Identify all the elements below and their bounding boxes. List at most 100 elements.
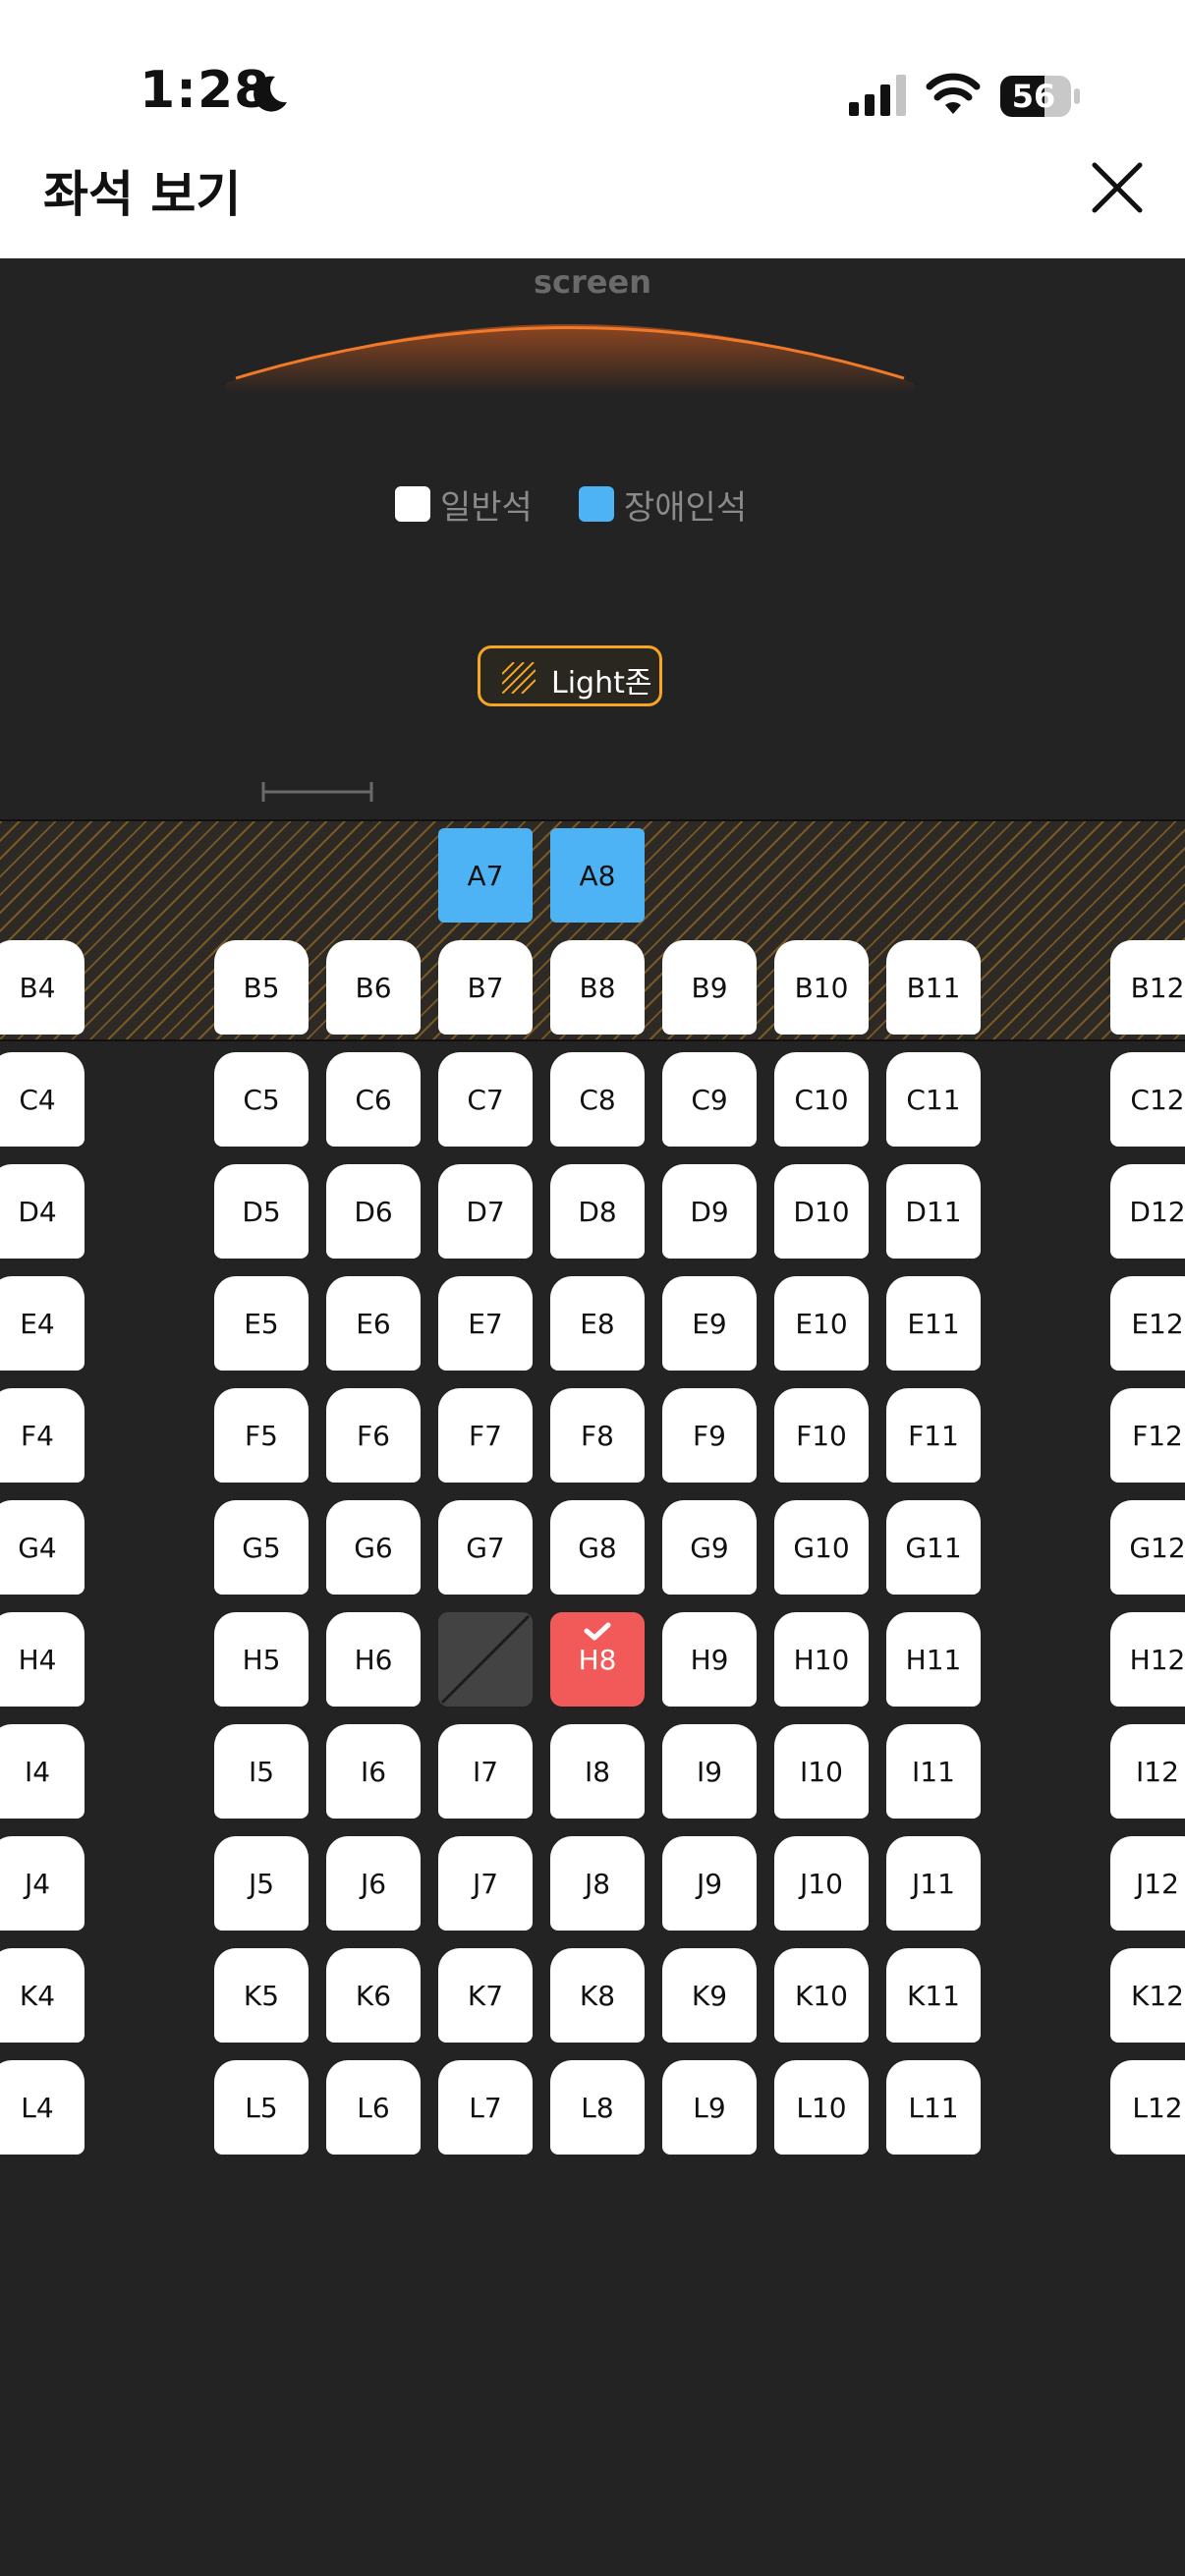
seat-d12[interactable]: D12 <box>1110 1164 1185 1259</box>
seat-j11[interactable]: J11 <box>886 1836 981 1931</box>
seat-b4[interactable]: B4 <box>0 940 85 1035</box>
close-icon[interactable] <box>1091 161 1144 214</box>
seat-a7[interactable]: A7 <box>438 828 533 923</box>
seat-b7[interactable]: B7 <box>438 940 533 1035</box>
seat-l5[interactable]: L5 <box>214 2060 309 2155</box>
seat-g9[interactable]: G9 <box>662 1500 757 1595</box>
seat-f5[interactable]: F5 <box>214 1388 309 1483</box>
seat-c6[interactable]: C6 <box>326 1052 421 1147</box>
seat-c12[interactable]: C12 <box>1110 1052 1185 1147</box>
seat-g6[interactable]: G6 <box>326 1500 421 1595</box>
seat-e9[interactable]: E9 <box>662 1276 757 1371</box>
seat-e8[interactable]: E8 <box>550 1276 645 1371</box>
seat-h5[interactable]: H5 <box>214 1612 309 1707</box>
seat-i4[interactable]: I4 <box>0 1724 85 1819</box>
seat-h12[interactable]: H12 <box>1110 1612 1185 1707</box>
seat-j9[interactable]: J9 <box>662 1836 757 1931</box>
seat-l11[interactable]: L11 <box>886 2060 981 2155</box>
seat-a8[interactable]: A8 <box>550 828 645 923</box>
seat-f12[interactable]: F12 <box>1110 1388 1185 1483</box>
seat-h6[interactable]: H6 <box>326 1612 421 1707</box>
seat-b5[interactable]: B5 <box>214 940 309 1035</box>
seat-l4[interactable]: L4 <box>0 2060 85 2155</box>
seat-i6[interactable]: I6 <box>326 1724 421 1819</box>
seat-k12[interactable]: K12 <box>1110 1948 1185 2043</box>
seat-l8[interactable]: L8 <box>550 2060 645 2155</box>
seat-e4[interactable]: E4 <box>0 1276 85 1371</box>
seat-g7[interactable]: G7 <box>438 1500 533 1595</box>
seat-j8[interactable]: J8 <box>550 1836 645 1931</box>
seat-i10[interactable]: I10 <box>774 1724 869 1819</box>
seat-e6[interactable]: E6 <box>326 1276 421 1371</box>
seat-c9[interactable]: C9 <box>662 1052 757 1147</box>
seat-j5[interactable]: J5 <box>214 1836 309 1931</box>
seat-l7[interactable]: L7 <box>438 2060 533 2155</box>
seat-k6[interactable]: K6 <box>326 1948 421 2043</box>
seat-j6[interactable]: J6 <box>326 1836 421 1931</box>
seat-d5[interactable]: D5 <box>214 1164 309 1259</box>
seat-f4[interactable]: F4 <box>0 1388 85 1483</box>
seat-d10[interactable]: D10 <box>774 1164 869 1259</box>
seat-l9[interactable]: L9 <box>662 2060 757 2155</box>
seat-g11[interactable]: G11 <box>886 1500 981 1595</box>
seat-g8[interactable]: G8 <box>550 1500 645 1595</box>
seat-g4[interactable]: G4 <box>0 1500 85 1595</box>
seat-g5[interactable]: G5 <box>214 1500 309 1595</box>
seat-f6[interactable]: F6 <box>326 1388 421 1483</box>
seat-f10[interactable]: F10 <box>774 1388 869 1483</box>
seat-h9[interactable]: H9 <box>662 1612 757 1707</box>
seat-c8[interactable]: C8 <box>550 1052 645 1147</box>
seat-k7[interactable]: K7 <box>438 1948 533 2043</box>
seat-e10[interactable]: E10 <box>774 1276 869 1371</box>
seat-k4[interactable]: K4 <box>0 1948 85 2043</box>
seat-h11[interactable]: H11 <box>886 1612 981 1707</box>
seat-b6[interactable]: B6 <box>326 940 421 1035</box>
seat-e12[interactable]: E12 <box>1110 1276 1185 1371</box>
seat-k5[interactable]: K5 <box>214 1948 309 2043</box>
seat-d11[interactable]: D11 <box>886 1164 981 1259</box>
seat-b8[interactable]: B8 <box>550 940 645 1035</box>
seat-f9[interactable]: F9 <box>662 1388 757 1483</box>
seat-e11[interactable]: E11 <box>886 1276 981 1371</box>
seat-h8[interactable]: H8 <box>550 1612 645 1707</box>
seat-b9[interactable]: B9 <box>662 940 757 1035</box>
seat-i7[interactable]: I7 <box>438 1724 533 1819</box>
seat-c11[interactable]: C11 <box>886 1052 981 1147</box>
seat-g12[interactable]: G12 <box>1110 1500 1185 1595</box>
seat-d9[interactable]: D9 <box>662 1164 757 1259</box>
seat-f11[interactable]: F11 <box>886 1388 981 1483</box>
seat-l10[interactable]: L10 <box>774 2060 869 2155</box>
seat-f7[interactable]: F7 <box>438 1388 533 1483</box>
seat-k8[interactable]: K8 <box>550 1948 645 2043</box>
seat-k9[interactable]: K9 <box>662 1948 757 2043</box>
seat-e5[interactable]: E5 <box>214 1276 309 1371</box>
seat-i11[interactable]: I11 <box>886 1724 981 1819</box>
seat-h4[interactable]: H4 <box>0 1612 85 1707</box>
seat-l12[interactable]: L12 <box>1110 2060 1185 2155</box>
seat-l6[interactable]: L6 <box>326 2060 421 2155</box>
seat-c7[interactable]: C7 <box>438 1052 533 1147</box>
seat-k10[interactable]: K10 <box>774 1948 869 2043</box>
seat-h10[interactable]: H10 <box>774 1612 869 1707</box>
seat-i8[interactable]: I8 <box>550 1724 645 1819</box>
seat-j7[interactable]: J7 <box>438 1836 533 1931</box>
seat-d6[interactable]: D6 <box>326 1164 421 1259</box>
seat-j12[interactable]: J12 <box>1110 1836 1185 1931</box>
seat-d7[interactable]: D7 <box>438 1164 533 1259</box>
seat-i12[interactable]: I12 <box>1110 1724 1185 1819</box>
seat-e7[interactable]: E7 <box>438 1276 533 1371</box>
seat-f8[interactable]: F8 <box>550 1388 645 1483</box>
seat-c5[interactable]: C5 <box>214 1052 309 1147</box>
seat-c10[interactable]: C10 <box>774 1052 869 1147</box>
seat-i9[interactable]: I9 <box>662 1724 757 1819</box>
seat-k11[interactable]: K11 <box>886 1948 981 2043</box>
seat-c4[interactable]: C4 <box>0 1052 85 1147</box>
seat-i5[interactable]: I5 <box>214 1724 309 1819</box>
seat-d8[interactable]: D8 <box>550 1164 645 1259</box>
seat-d4[interactable]: D4 <box>0 1164 85 1259</box>
seat-g10[interactable]: G10 <box>774 1500 869 1595</box>
seat-b11[interactable]: B11 <box>886 940 981 1035</box>
seat-j10[interactable]: J10 <box>774 1836 869 1931</box>
seat-b12[interactable]: B12 <box>1110 940 1185 1035</box>
seat-j4[interactable]: J4 <box>0 1836 85 1931</box>
